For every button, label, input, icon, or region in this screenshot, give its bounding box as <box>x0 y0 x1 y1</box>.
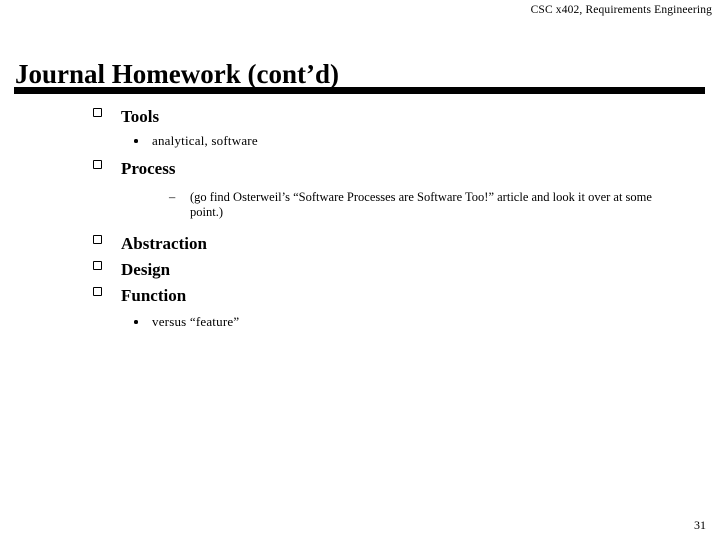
bullet-item-design: Design <box>0 257 720 282</box>
bullet-item-function: Function <box>0 283 720 308</box>
slide-page-number: 31 <box>694 518 706 532</box>
box-bullet-icon <box>93 235 102 244</box>
title-divider-rule <box>14 87 705 94</box>
sub-bullet-label-analytical-software: analytical, software <box>152 133 258 148</box>
bullet-item-tools: Tools <box>0 104 720 129</box>
dash-bullet-icon: – <box>169 190 176 204</box>
slide-header-course-label: CSC x402, Requirements Engineering <box>530 4 712 16</box>
slide-body: Tools analytical, software Process – (go… <box>0 104 720 334</box>
box-bullet-icon <box>93 261 102 270</box>
bullet-label-function: Function <box>121 286 187 305</box>
bullet-label-tools: Tools <box>121 107 160 126</box>
bullet-item-abstraction: Abstraction <box>0 231 720 256</box>
sub-bullet-item-versus-feature: versus “feature” <box>0 310 720 334</box>
dash-bullet-item-osterweil-note: – (go find Osterweil’s “Software Process… <box>0 190 676 220</box>
round-bullet-icon <box>134 320 138 324</box>
box-bullet-icon <box>93 160 102 169</box>
bullet-label-design: Design <box>121 260 171 279</box>
slide-title: Journal Homework (cont’d) <box>15 59 339 90</box>
round-bullet-icon <box>134 139 138 143</box>
sub-bullet-item-analytical-software: analytical, software <box>0 129 720 153</box>
slide-canvas: CSC x402, Requirements Engineering Journ… <box>0 0 720 540</box>
bullet-label-process: Process <box>121 159 176 178</box>
dash-bullet-label-osterweil-note: (go find Osterweil’s “Software Processes… <box>190 190 652 219</box>
bullet-label-abstraction: Abstraction <box>121 234 207 253</box>
box-bullet-icon <box>93 108 102 117</box>
sub-bullet-label-versus-feature: versus “feature” <box>152 314 240 329</box>
bullet-item-process: Process <box>0 156 720 181</box>
box-bullet-icon <box>93 287 102 296</box>
